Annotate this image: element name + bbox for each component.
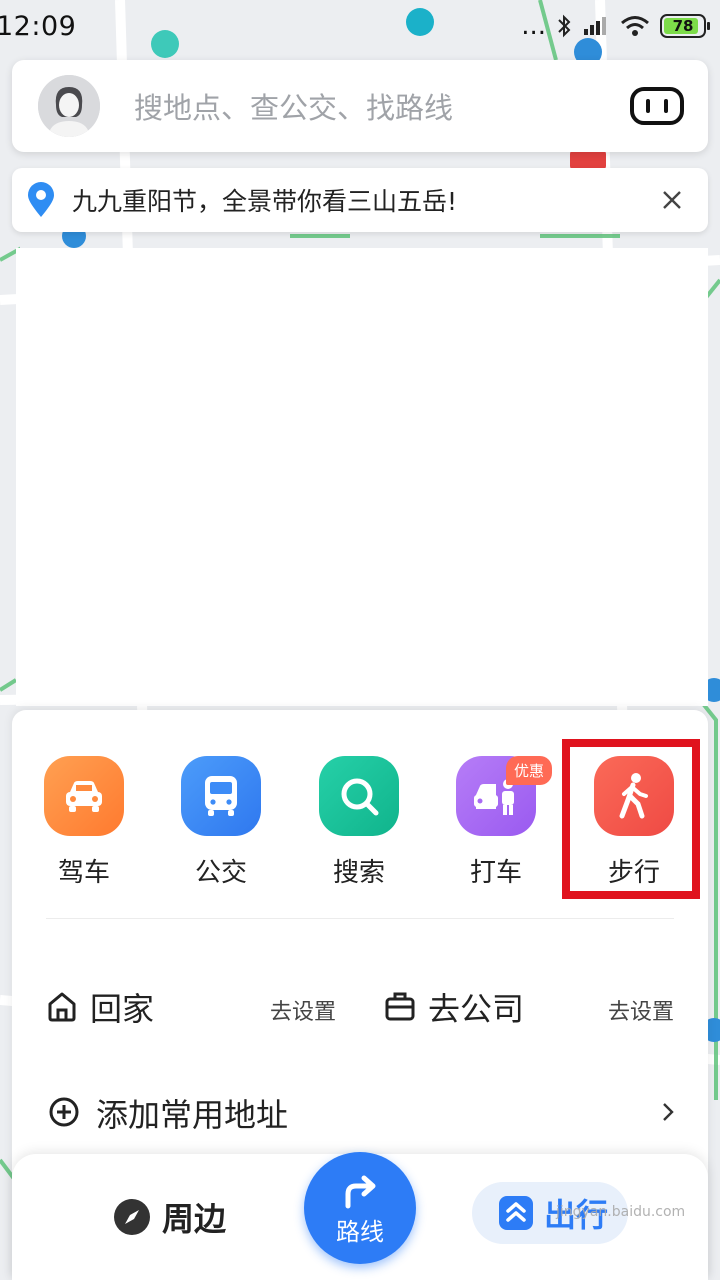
battery-icon: 78 bbox=[660, 14, 710, 38]
mode-taxi-label: 打车 bbox=[469, 858, 522, 888]
home-set-link[interactable]: 去设置 bbox=[270, 994, 336, 1026]
search-bar[interactable]: 搜地点、查公交、找路线 bbox=[12, 60, 708, 152]
car-icon bbox=[66, 781, 102, 812]
chevron-right-icon bbox=[663, 1103, 674, 1121]
route-arrow-icon bbox=[345, 1175, 376, 1208]
user-avatar-icon bbox=[38, 75, 100, 137]
blank-content-panel bbox=[16, 248, 708, 706]
banner-text: 九九重阳节，全景带你看三山五岳! bbox=[72, 187, 458, 216]
search-input[interactable]: 搜地点、查公交、找路线 bbox=[134, 85, 630, 127]
status-time: 12:09 bbox=[0, 10, 77, 42]
divider bbox=[46, 918, 674, 919]
close-icon[interactable] bbox=[660, 188, 684, 212]
nav-nearby-label: 周边 bbox=[162, 1200, 227, 1238]
home-icon bbox=[48, 992, 76, 1022]
mode-drive-button[interactable]: 驾车 bbox=[24, 756, 144, 896]
add-circle-icon bbox=[49, 1097, 79, 1127]
route-label: 路线 bbox=[336, 1217, 384, 1246]
status-bar: 12:09 ... 78 bbox=[0, 0, 720, 52]
voice-assistant-icon[interactable] bbox=[630, 87, 684, 125]
mode-bus-icon-bg bbox=[181, 756, 261, 836]
bluetooth-icon bbox=[558, 14, 571, 38]
bus-icon bbox=[205, 776, 237, 816]
mode-drive-label: 驾车 bbox=[57, 858, 110, 888]
compass-icon bbox=[114, 1199, 150, 1235]
watermark: jingyan.baidu.com bbox=[556, 1204, 686, 1220]
mode-drive-icon-bg bbox=[44, 756, 124, 836]
search-icon bbox=[341, 778, 379, 816]
avatar[interactable] bbox=[38, 75, 100, 137]
promo-banner[interactable]: 九九重阳节，全景带你看三山五岳! bbox=[12, 168, 708, 232]
company-shortcut-label[interactable]: 去公司 bbox=[428, 984, 524, 1030]
mode-search-icon-bg bbox=[319, 756, 399, 836]
mode-taxi-button[interactable]: 打车 优惠 bbox=[436, 756, 556, 896]
location-pin-icon bbox=[28, 182, 54, 217]
mode-search-label: 搜索 bbox=[332, 858, 385, 888]
travel-icon bbox=[499, 1196, 533, 1230]
cellular-signal-icon bbox=[584, 17, 606, 35]
wifi-icon bbox=[621, 16, 649, 36]
home-shortcut-label[interactable]: 回家 bbox=[90, 984, 154, 1030]
mode-bus-label: 公交 bbox=[194, 858, 247, 888]
shortcut-row: 回家 去设置 去公司 去设置 bbox=[12, 978, 708, 1038]
add-address-label: 添加常用地址 bbox=[96, 1096, 289, 1134]
signal-dots-icon: ... bbox=[521, 11, 546, 41]
walk-highlight-frame bbox=[562, 739, 700, 899]
battery-level: 78 bbox=[672, 17, 694, 35]
briefcase-icon bbox=[385, 992, 415, 1021]
company-set-link[interactable]: 去设置 bbox=[608, 994, 674, 1026]
status-icons: ... 78 bbox=[521, 11, 710, 41]
mode-bus-button[interactable]: 公交 bbox=[161, 756, 281, 896]
mode-search-button[interactable]: 搜索 bbox=[299, 756, 419, 896]
discount-badge: 优惠 bbox=[506, 756, 553, 785]
route-button[interactable]: 路线 bbox=[304, 1152, 416, 1264]
nav-nearby-button[interactable]: 周边 bbox=[112, 1194, 226, 1240]
add-address-row[interactable]: 添加常用地址 bbox=[12, 1082, 708, 1142]
